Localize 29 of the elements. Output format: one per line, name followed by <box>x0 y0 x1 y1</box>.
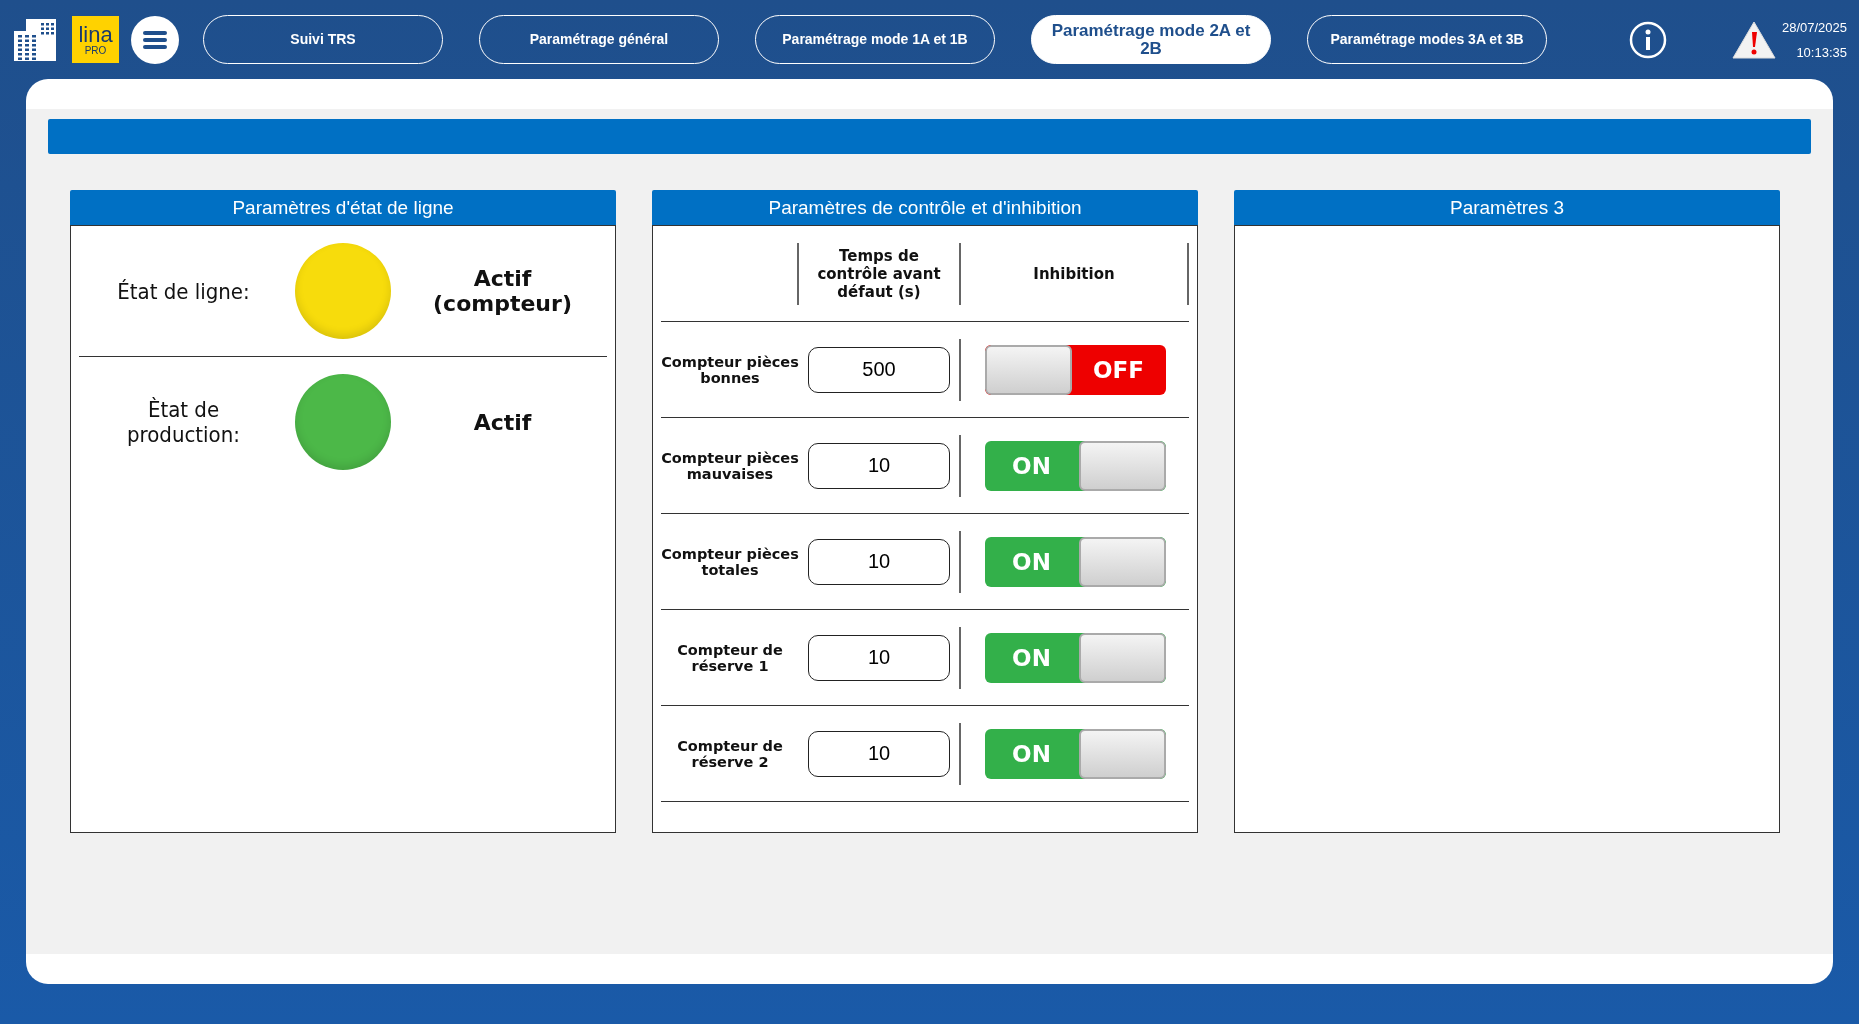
timeout-field[interactable]: 10 <box>808 634 950 681</box>
timeout-field[interactable]: 500 <box>808 346 950 393</box>
app-logo: lina PRO <box>72 16 119 63</box>
timeout-field[interactable]: 10 <box>808 442 950 489</box>
buildings-icon[interactable] <box>12 16 58 63</box>
menu-icon <box>143 29 167 50</box>
nav-tab[interactable]: Paramétrage mode 2A et 2B <box>1031 15 1271 64</box>
menu-button[interactable] <box>131 15 179 64</box>
time-text: 10:13:35 <box>1796 44 1847 60</box>
panel-title: Paramètres 3 <box>1234 190 1780 225</box>
panel-title: Paramètres d'état de ligne <box>70 190 616 225</box>
counter-label: Compteur de réserve 2 <box>676 737 784 770</box>
counter-label: Compteur de réserve 1 <box>676 641 784 674</box>
column-header: Temps de contrôle avant défaut (s) <box>816 246 942 301</box>
status-value: Actif (compteur) <box>432 266 573 316</box>
inhibition-toggle[interactable]: OFF <box>984 344 1166 395</box>
column-header: Inhibition <box>1032 264 1116 283</box>
counter-label: Compteur pièces bonnes <box>661 353 799 386</box>
panel-title: Paramètres de contrôle et d'inhibition <box>652 190 1198 225</box>
counter-label: Compteur pièces mauvaises <box>661 449 799 482</box>
timeout-field[interactable]: 10 <box>808 538 950 585</box>
date-text: 28/07/2025 <box>1781 19 1847 35</box>
status-value: Actif <box>472 409 533 435</box>
counter-label: Compteur pièces totales <box>661 545 799 578</box>
warning-icon[interactable] <box>1731 19 1777 60</box>
timeout-field[interactable]: 10 <box>808 730 950 777</box>
status-label: État de ligne: <box>116 278 251 304</box>
info-icon[interactable] <box>1629 20 1667 59</box>
status-label: Ètat de production: <box>126 397 241 447</box>
